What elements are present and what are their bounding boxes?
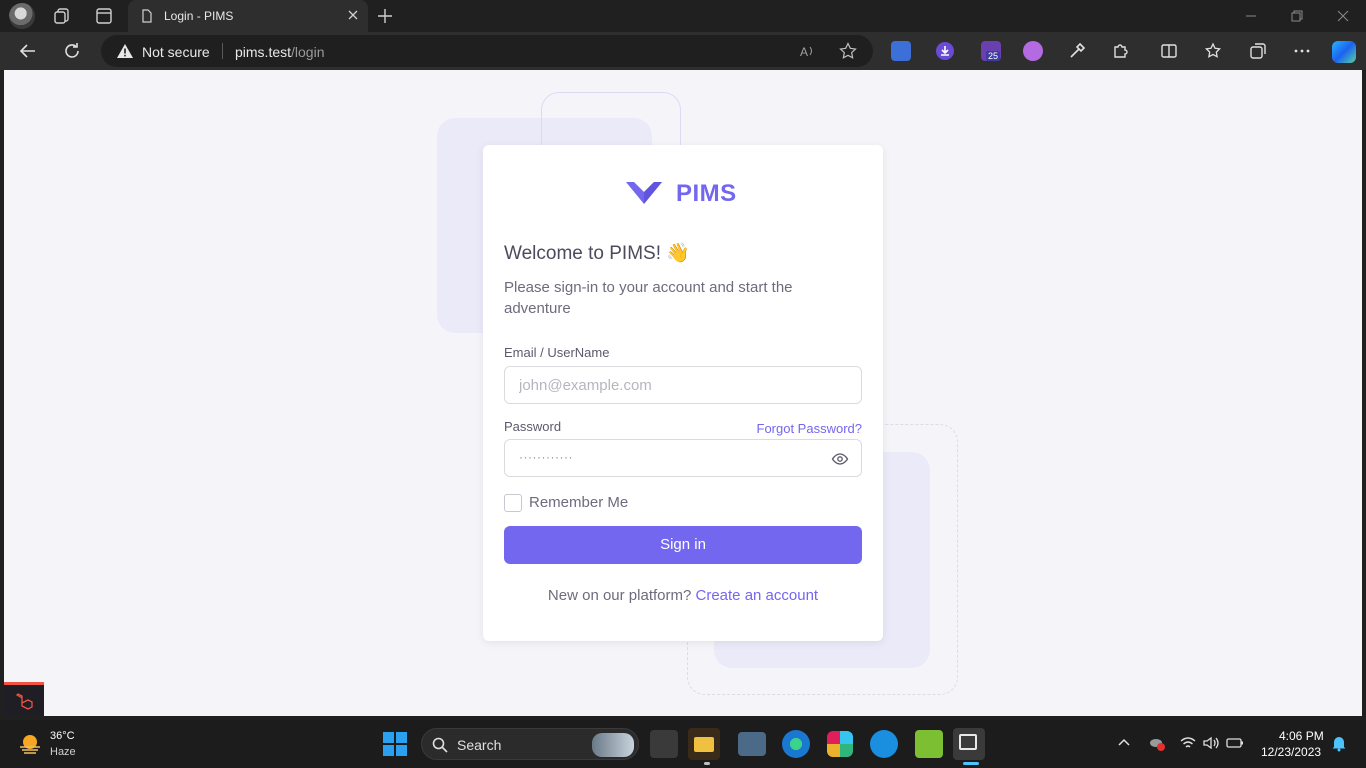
clock-time[interactable]: 4:06 PM [1279,729,1324,743]
welcome-subtitle: Please sign-in to your account and start… [504,279,793,317]
back-icon[interactable] [18,41,38,61]
close-window-icon[interactable] [1333,6,1353,26]
running-indicator [704,762,710,765]
extensions-puzzle-icon[interactable] [1111,41,1131,61]
snipping-tool-icon[interactable] [953,728,985,760]
password-field[interactable]: ············ [504,439,862,477]
signup-prompt-row: New on our platform? Create an account [483,587,883,604]
forgot-password-link[interactable]: Forgot Password? [757,421,863,436]
snip-frame-icon [959,734,977,750]
show-password-eye-icon[interactable] [831,450,849,468]
split-screen-icon[interactable] [1159,41,1179,61]
clock-date[interactable]: 12/23/2023 [1261,745,1321,759]
url-text[interactable]: pims.test/login [235,44,324,60]
favorites-icon[interactable] [1204,41,1224,61]
login-page: PIMS Welcome to PIMS! 👋 Please sign-in t… [4,70,1362,716]
eyedropper-icon[interactable] [1067,41,1087,61]
remember-me-label[interactable]: Remember Me [529,494,628,511]
address-bar[interactable]: Not secure pims.test/login A [101,35,873,67]
onedrive-error-icon[interactable] [1148,734,1166,752]
laravel-debugbar-tab[interactable] [4,682,44,716]
vertical-tabs-icon[interactable] [94,6,114,26]
profile-avatar[interactable] [9,3,35,29]
brand: PIMS [483,178,883,208]
battery-icon[interactable] [1226,734,1244,752]
wifi-icon[interactable] [1179,734,1197,752]
active-indicator [963,762,979,765]
slack-icon[interactable] [827,731,853,757]
warning-icon[interactable] [116,43,134,59]
weather-condition[interactable]: Haze [50,746,76,758]
signup-prompt: New on our platform? [547,587,692,604]
search-highlight-image [592,733,634,757]
pims-logo-icon [626,182,662,204]
lambda-app-icon[interactable] [915,730,943,758]
email-field[interactable] [505,367,861,403]
temperature[interactable]: 36°C [50,730,75,742]
chevron-up-icon[interactable] [1115,734,1133,752]
volume-icon[interactable] [1202,734,1220,752]
laravel-logo-icon [15,693,33,710]
url-path: /login [291,44,325,60]
svg-text:A: A [800,45,808,59]
close-tab-icon[interactable] [344,6,362,24]
file-explorer-icon[interactable] [688,728,720,760]
read-aloud-icon[interactable]: A [799,43,817,59]
extension-badge-count: 25 [986,51,1001,61]
translate-extension-icon[interactable] [891,41,911,61]
brand-name: PIMS [676,180,737,207]
app-icon[interactable] [870,730,898,758]
extension-badge-icon[interactable]: 25 [981,41,1001,61]
keyboard-app-icon[interactable] [738,732,766,756]
create-account-link[interactable]: Create an account [696,587,819,604]
folder-icon [694,737,714,752]
task-view-icon[interactable] [650,730,678,758]
windows-taskbar: 36°C Haze Search 4:06 PM 12/23/2023 [0,720,1366,768]
password-mask: ············ [519,450,573,464]
copilot-icon[interactable] [1332,41,1356,63]
security-label[interactable]: Not secure [142,44,210,60]
new-tab-icon[interactable] [374,5,396,27]
favorite-star-icon[interactable] [839,42,857,60]
remember-me-checkbox[interactable] [504,494,522,512]
search-label: Search [457,737,502,753]
welcome-heading: Welcome to PIMS! 👋 [504,243,690,264]
browser-toolbar: Not secure pims.test/login A 25 [0,32,1366,70]
minimize-icon[interactable] [1241,6,1261,26]
notifications-bell-icon[interactable] [1330,734,1348,752]
login-card: PIMS Welcome to PIMS! 👋 Please sign-in t… [483,145,883,641]
tab-login-pims[interactable]: Login - PIMS [128,0,368,32]
search-icon [432,737,448,753]
sign-in-button[interactable]: Sign in [504,526,862,564]
more-options-icon[interactable] [1292,41,1312,61]
workspaces-icon[interactable] [52,6,72,26]
color-extension-icon[interactable] [1023,41,1043,61]
email-field-wrapper [504,366,862,404]
password-label: Password [504,419,562,434]
haze-weather-icon[interactable] [18,732,42,756]
restore-icon[interactable] [1287,6,1307,26]
page-icon [142,9,152,23]
edge-browser-icon[interactable] [782,730,810,758]
collections-icon[interactable] [1248,41,1268,61]
browser-tab-bar: Login - PIMS [0,0,1366,32]
refresh-icon[interactable] [62,41,82,61]
taskbar-search[interactable]: Search [421,728,639,760]
windows-start-icon[interactable] [381,730,409,758]
address-divider [222,43,223,59]
url-host: pims.test [235,44,292,60]
tab-title: Login - PIMS [164,9,234,23]
download-extension-icon[interactable] [935,41,955,61]
email-label: Email / UserName [504,345,610,360]
